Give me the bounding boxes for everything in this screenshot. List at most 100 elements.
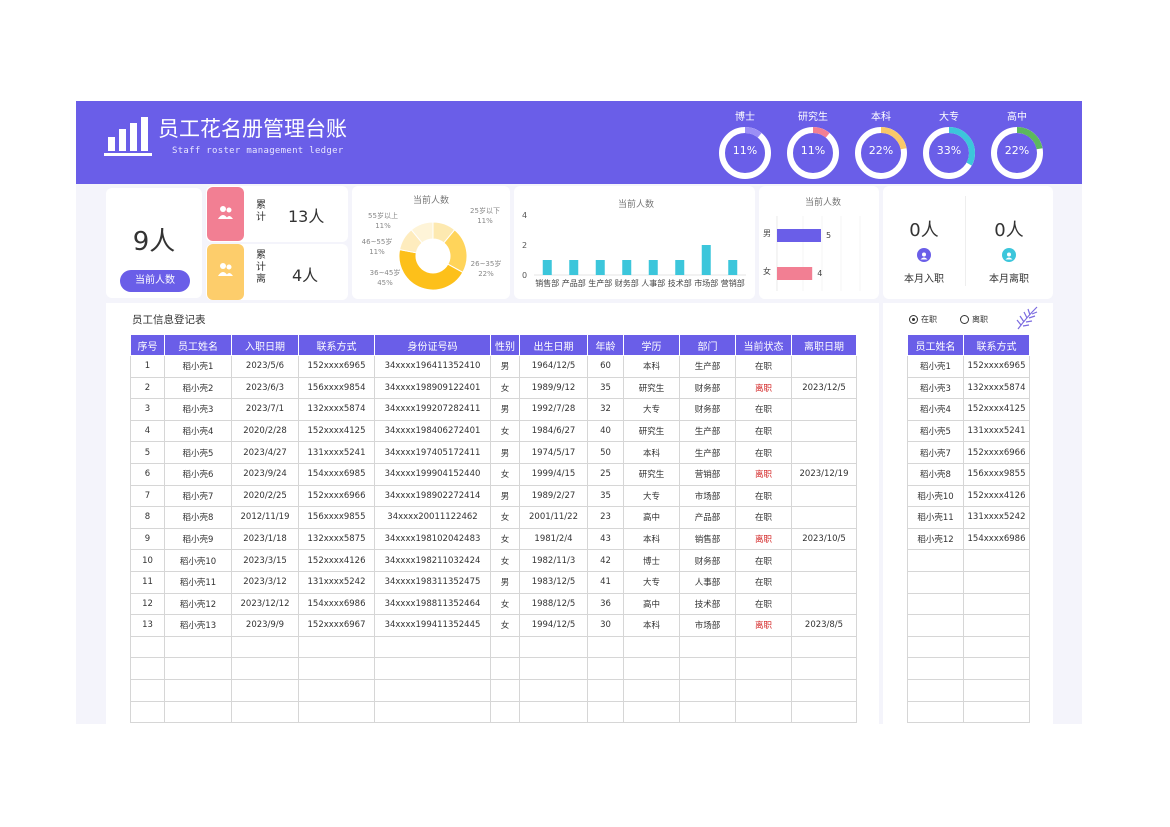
table-cell[interactable]: [164, 700, 232, 724]
empty-row[interactable]: [907, 657, 1030, 680]
table-cell[interactable]: 25: [587, 462, 624, 486]
table-cell[interactable]: 2020/2/25: [231, 484, 299, 508]
table-cell[interactable]: [623, 635, 680, 659]
table-cell[interactable]: [231, 678, 299, 702]
side-cell[interactable]: [963, 570, 1030, 594]
table-cell[interactable]: [298, 635, 375, 659]
table-cell[interactable]: [791, 592, 857, 616]
table-cell[interactable]: 34xxxx198102042483: [374, 527, 491, 551]
empty-row[interactable]: [907, 700, 1030, 724]
table-cell[interactable]: [298, 678, 375, 702]
side-cell[interactable]: 稻小壳10: [907, 484, 964, 508]
table-cell[interactable]: 34xxxx196411352410: [374, 355, 491, 378]
side-row[interactable]: 稻小壳3 132xxxx5874: [907, 376, 1030, 400]
side-cell[interactable]: 稻小壳3: [907, 376, 964, 400]
table-cell[interactable]: [791, 398, 857, 421]
empty-row[interactable]: [907, 570, 1030, 594]
table-cell[interactable]: 生产部: [679, 441, 736, 464]
table-cell[interactable]: [679, 635, 736, 659]
table-cell[interactable]: 稻小壳10: [164, 549, 232, 572]
empty-row[interactable]: [907, 614, 1030, 637]
side-cell[interactable]: [907, 678, 964, 702]
table-cell[interactable]: 2023/12/5: [791, 376, 857, 400]
table-cell[interactable]: 稻小壳13: [164, 614, 232, 637]
table-cell[interactable]: 生产部: [679, 419, 736, 443]
table-cell[interactable]: 2020/2/28: [231, 419, 299, 443]
table-row[interactable]: 2 稻小壳2 2023/6/3 156xxxx9854 34xxxx1989091224…: [130, 376, 857, 400]
table-cell[interactable]: 销售部: [679, 527, 736, 551]
table-cell[interactable]: 2023/12/12: [231, 592, 299, 616]
table-cell[interactable]: 5: [130, 441, 165, 464]
table-cell[interactable]: 女: [490, 376, 520, 400]
table-cell[interactable]: 13: [130, 614, 165, 637]
table-cell[interactable]: [791, 657, 857, 680]
table-cell[interactable]: 本科: [623, 614, 680, 637]
table-cell[interactable]: 稻小壳3: [164, 398, 232, 421]
table-cell[interactable]: 34xxxx20011122462: [374, 506, 491, 529]
table-cell[interactable]: 稻小壳9: [164, 527, 232, 551]
empty-row[interactable]: [907, 678, 1030, 702]
table-cell[interactable]: [679, 657, 736, 680]
table-cell[interactable]: 大专: [623, 484, 680, 508]
table-cell[interactable]: [587, 678, 624, 702]
empty-row[interactable]: [907, 549, 1030, 572]
table-cell[interactable]: [519, 700, 588, 724]
table-cell[interactable]: [587, 657, 624, 680]
table-cell[interactable]: [735, 635, 792, 659]
table-cell[interactable]: 男: [490, 398, 520, 421]
side-cell[interactable]: 稻小壳7: [907, 441, 964, 464]
table-cell[interactable]: 1981/2/4: [519, 527, 588, 551]
table-cell[interactable]: 132xxxx5874: [298, 398, 375, 421]
table-cell[interactable]: 在职: [735, 506, 792, 529]
table-cell[interactable]: 男: [490, 484, 520, 508]
side-cell[interactable]: [963, 635, 1030, 659]
table-cell[interactable]: 财务部: [679, 398, 736, 421]
table-cell[interactable]: 女: [490, 462, 520, 486]
table-cell[interactable]: 离职: [735, 462, 792, 486]
table-cell[interactable]: 财务部: [679, 376, 736, 400]
table-cell[interactable]: [791, 484, 857, 508]
status-radio-active[interactable]: 在职: [909, 314, 937, 325]
table-cell[interactable]: 34xxxx199904152440: [374, 462, 491, 486]
table-cell[interactable]: 60: [587, 355, 624, 378]
empty-row[interactable]: [907, 592, 1030, 616]
table-cell[interactable]: 2023/3/12: [231, 570, 299, 594]
table-cell[interactable]: 高中: [623, 592, 680, 616]
table-cell[interactable]: 稻小壳7: [164, 484, 232, 508]
table-cell[interactable]: [679, 700, 736, 724]
side-cell[interactable]: 156xxxx9855: [963, 462, 1030, 486]
table-cell[interactable]: [679, 678, 736, 702]
table-row[interactable]: 1 稻小壳1 2023/5/6 152xxxx6965 34xxxx1964113524…: [130, 355, 857, 378]
table-cell[interactable]: 大专: [623, 570, 680, 594]
table-cell[interactable]: 2: [130, 376, 165, 400]
table-cell[interactable]: [735, 700, 792, 724]
table-cell[interactable]: 女: [490, 592, 520, 616]
table-cell[interactable]: [130, 678, 165, 702]
side-row[interactable]: 稻小壳7 152xxxx6966: [907, 441, 1030, 464]
side-cell[interactable]: [907, 635, 964, 659]
table-cell[interactable]: 稻小壳11: [164, 570, 232, 594]
table-cell[interactable]: [519, 635, 588, 659]
table-cell[interactable]: [623, 657, 680, 680]
table-cell[interactable]: 在职: [735, 419, 792, 443]
table-cell[interactable]: [164, 678, 232, 702]
table-row[interactable]: 7 稻小壳7 2020/2/25 152xxxx6966 34xxxx198902272…: [130, 484, 857, 508]
side-row[interactable]: 稻小壳5 131xxxx5241: [907, 419, 1030, 443]
table-cell[interactable]: 女: [490, 527, 520, 551]
table-cell[interactable]: 研究生: [623, 376, 680, 400]
table-cell[interactable]: [164, 635, 232, 659]
table-cell[interactable]: 3: [130, 398, 165, 421]
table-cell[interactable]: 高中: [623, 506, 680, 529]
side-row[interactable]: 稻小壳4 152xxxx4125: [907, 398, 1030, 421]
side-cell[interactable]: 152xxxx6965: [963, 355, 1030, 378]
side-cell[interactable]: 稻小壳5: [907, 419, 964, 443]
table-cell[interactable]: [374, 657, 491, 680]
table-cell[interactable]: [490, 657, 520, 680]
table-cell[interactable]: 152xxxx6965: [298, 355, 375, 378]
table-cell[interactable]: 35: [587, 376, 624, 400]
side-cell[interactable]: 131xxxx5241: [963, 419, 1030, 443]
empty-row[interactable]: [130, 700, 857, 724]
table-cell[interactable]: 2023/1/18: [231, 527, 299, 551]
table-cell[interactable]: 132xxxx5875: [298, 527, 375, 551]
table-cell[interactable]: 研究生: [623, 419, 680, 443]
